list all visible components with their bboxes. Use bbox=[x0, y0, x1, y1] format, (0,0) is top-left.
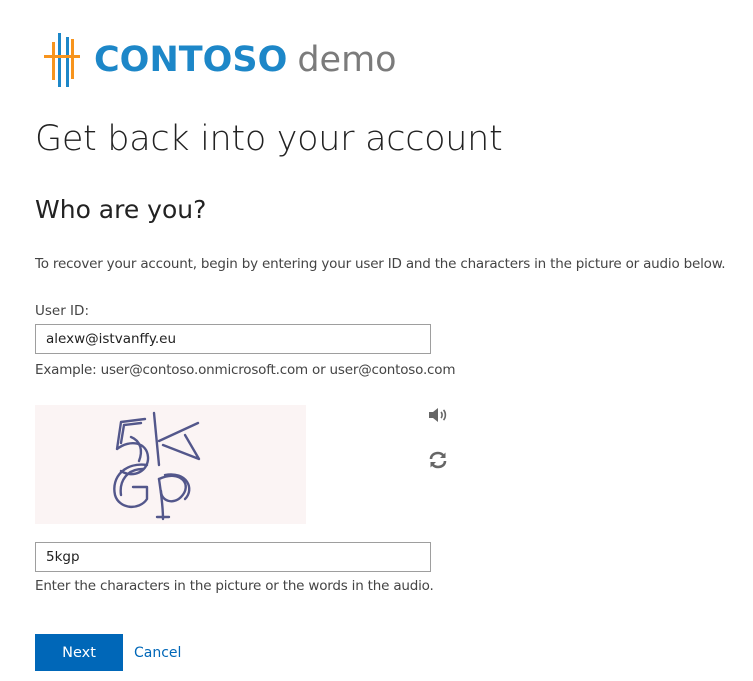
contoso-logo-mark-icon bbox=[44, 33, 80, 87]
captcha-hint: Enter the characters in the picture or t… bbox=[35, 578, 434, 594]
next-button[interactable]: Next bbox=[35, 634, 123, 671]
cancel-link[interactable]: Cancel bbox=[134, 643, 181, 663]
user-id-label: User ID: bbox=[35, 303, 89, 319]
refresh-icon bbox=[429, 451, 447, 469]
page-title: Get back into your account bbox=[35, 119, 503, 159]
user-id-example: Example: user@contoso.onmicrosoft.com or… bbox=[35, 362, 456, 378]
logo-brand-name: CONTOSO bbox=[94, 40, 288, 80]
instructions-text: To recover your account, begin by enteri… bbox=[35, 256, 726, 272]
page-subtitle: Who are you? bbox=[35, 195, 207, 224]
captcha-input[interactable] bbox=[35, 542, 431, 572]
account-recovery-page: CONTOSO demo Get back into your account W… bbox=[35, 0, 750, 681]
captcha-drawing bbox=[113, 411, 201, 521]
contoso-logo: CONTOSO demo bbox=[44, 32, 397, 88]
logo-wordmark: CONTOSO demo bbox=[94, 32, 397, 88]
audio-captcha-button[interactable] bbox=[427, 404, 449, 426]
captcha-image bbox=[35, 405, 306, 524]
speaker-icon bbox=[429, 408, 447, 422]
logo-brand-suffix: demo bbox=[297, 40, 397, 80]
user-id-input[interactable] bbox=[35, 324, 431, 354]
refresh-captcha-button[interactable] bbox=[427, 449, 449, 471]
